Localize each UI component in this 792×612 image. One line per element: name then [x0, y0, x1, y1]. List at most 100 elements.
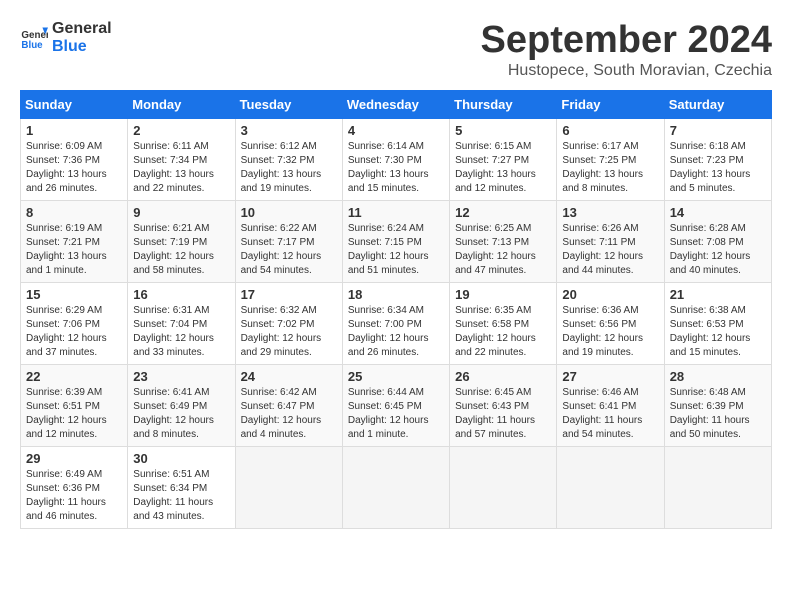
day-info: Sunrise: 6:34 AMSunset: 7:00 PMDaylight:…: [348, 305, 429, 358]
calendar-cell: 14 Sunrise: 6:28 AMSunset: 7:08 PMDaylig…: [664, 200, 771, 282]
calendar-cell: 2 Sunrise: 6:11 AMSunset: 7:34 PMDayligh…: [128, 118, 235, 200]
calendar-cell: 23 Sunrise: 6:41 AMSunset: 6:49 PMDaylig…: [128, 364, 235, 446]
month-title: September 2024: [481, 20, 773, 62]
logo-general: General: [52, 20, 112, 38]
day-number: 16: [133, 287, 229, 302]
calendar-cell: 10 Sunrise: 6:22 AMSunset: 7:17 PMDaylig…: [235, 200, 342, 282]
calendar-cell: 29 Sunrise: 6:49 AMSunset: 6:36 PMDaylig…: [21, 446, 128, 528]
day-number: 25: [348, 369, 444, 384]
day-info: Sunrise: 6:29 AMSunset: 7:06 PMDaylight:…: [26, 305, 107, 358]
day-number: 26: [455, 369, 551, 384]
day-info: Sunrise: 6:09 AMSunset: 7:36 PMDaylight:…: [26, 141, 107, 194]
day-number: 3: [241, 123, 337, 138]
day-info: Sunrise: 6:25 AMSunset: 7:13 PMDaylight:…: [455, 223, 536, 276]
calendar-week-1: 1 Sunrise: 6:09 AMSunset: 7:36 PMDayligh…: [21, 118, 772, 200]
day-info: Sunrise: 6:38 AMSunset: 6:53 PMDaylight:…: [670, 305, 751, 358]
day-info: Sunrise: 6:45 AMSunset: 6:43 PMDaylight:…: [455, 387, 535, 440]
calendar-cell: [342, 446, 449, 528]
day-info: Sunrise: 6:46 AMSunset: 6:41 PMDaylight:…: [562, 387, 642, 440]
day-number: 24: [241, 369, 337, 384]
day-info: Sunrise: 6:48 AMSunset: 6:39 PMDaylight:…: [670, 387, 750, 440]
svg-text:Blue: Blue: [21, 39, 43, 50]
calendar-cell: [235, 446, 342, 528]
calendar-cell: 17 Sunrise: 6:32 AMSunset: 7:02 PMDaylig…: [235, 282, 342, 364]
calendar-cell: 30 Sunrise: 6:51 AMSunset: 6:34 PMDaylig…: [128, 446, 235, 528]
day-number: 17: [241, 287, 337, 302]
calendar-cell: 5 Sunrise: 6:15 AMSunset: 7:27 PMDayligh…: [450, 118, 557, 200]
day-number: 14: [670, 205, 766, 220]
weekday-friday: Friday: [557, 90, 664, 118]
day-info: Sunrise: 6:49 AMSunset: 6:36 PMDaylight:…: [26, 469, 106, 522]
day-info: Sunrise: 6:42 AMSunset: 6:47 PMDaylight:…: [241, 387, 322, 440]
calendar-cell: [664, 446, 771, 528]
day-info: Sunrise: 6:22 AMSunset: 7:17 PMDaylight:…: [241, 223, 322, 276]
logo-icon: General Blue: [20, 24, 48, 52]
day-info: Sunrise: 6:31 AMSunset: 7:04 PMDaylight:…: [133, 305, 214, 358]
day-number: 11: [348, 205, 444, 220]
calendar-week-4: 22 Sunrise: 6:39 AMSunset: 6:51 PMDaylig…: [21, 364, 772, 446]
weekday-header-row: SundayMondayTuesdayWednesdayThursdayFrid…: [21, 90, 772, 118]
day-number: 2: [133, 123, 229, 138]
calendar-body: 1 Sunrise: 6:09 AMSunset: 7:36 PMDayligh…: [21, 118, 772, 528]
day-number: 8: [26, 205, 122, 220]
calendar-week-3: 15 Sunrise: 6:29 AMSunset: 7:06 PMDaylig…: [21, 282, 772, 364]
day-info: Sunrise: 6:21 AMSunset: 7:19 PMDaylight:…: [133, 223, 214, 276]
day-info: Sunrise: 6:39 AMSunset: 6:51 PMDaylight:…: [26, 387, 107, 440]
day-number: 27: [562, 369, 658, 384]
day-info: Sunrise: 6:44 AMSunset: 6:45 PMDaylight:…: [348, 387, 429, 440]
day-number: 28: [670, 369, 766, 384]
day-number: 19: [455, 287, 551, 302]
day-info: Sunrise: 6:36 AMSunset: 6:56 PMDaylight:…: [562, 305, 643, 358]
day-number: 21: [670, 287, 766, 302]
day-number: 12: [455, 205, 551, 220]
day-info: Sunrise: 6:26 AMSunset: 7:11 PMDaylight:…: [562, 223, 643, 276]
day-info: Sunrise: 6:14 AMSunset: 7:30 PMDaylight:…: [348, 141, 429, 194]
day-number: 6: [562, 123, 658, 138]
page-header: General Blue General Blue September 2024…: [20, 20, 772, 80]
day-info: Sunrise: 6:28 AMSunset: 7:08 PMDaylight:…: [670, 223, 751, 276]
calendar-cell: 27 Sunrise: 6:46 AMSunset: 6:41 PMDaylig…: [557, 364, 664, 446]
day-info: Sunrise: 6:24 AMSunset: 7:15 PMDaylight:…: [348, 223, 429, 276]
day-info: Sunrise: 6:19 AMSunset: 7:21 PMDaylight:…: [26, 223, 107, 276]
calendar-cell: 12 Sunrise: 6:25 AMSunset: 7:13 PMDaylig…: [450, 200, 557, 282]
day-info: Sunrise: 6:35 AMSunset: 6:58 PMDaylight:…: [455, 305, 536, 358]
day-number: 23: [133, 369, 229, 384]
day-number: 29: [26, 451, 122, 466]
day-info: Sunrise: 6:18 AMSunset: 7:23 PMDaylight:…: [670, 141, 751, 194]
calendar-cell: 26 Sunrise: 6:45 AMSunset: 6:43 PMDaylig…: [450, 364, 557, 446]
day-number: 30: [133, 451, 229, 466]
weekday-wednesday: Wednesday: [342, 90, 449, 118]
calendar-cell: 1 Sunrise: 6:09 AMSunset: 7:36 PMDayligh…: [21, 118, 128, 200]
weekday-tuesday: Tuesday: [235, 90, 342, 118]
calendar-cell: 24 Sunrise: 6:42 AMSunset: 6:47 PMDaylig…: [235, 364, 342, 446]
calendar-week-5: 29 Sunrise: 6:49 AMSunset: 6:36 PMDaylig…: [21, 446, 772, 528]
day-number: 9: [133, 205, 229, 220]
calendar-cell: 15 Sunrise: 6:29 AMSunset: 7:06 PMDaylig…: [21, 282, 128, 364]
day-number: 15: [26, 287, 122, 302]
weekday-sunday: Sunday: [21, 90, 128, 118]
day-number: 10: [241, 205, 337, 220]
calendar-cell: 21 Sunrise: 6:38 AMSunset: 6:53 PMDaylig…: [664, 282, 771, 364]
logo: General Blue General Blue: [20, 20, 112, 55]
day-number: 5: [455, 123, 551, 138]
calendar-cell: 16 Sunrise: 6:31 AMSunset: 7:04 PMDaylig…: [128, 282, 235, 364]
calendar-cell: 8 Sunrise: 6:19 AMSunset: 7:21 PMDayligh…: [21, 200, 128, 282]
day-number: 1: [26, 123, 122, 138]
weekday-saturday: Saturday: [664, 90, 771, 118]
day-info: Sunrise: 6:17 AMSunset: 7:25 PMDaylight:…: [562, 141, 643, 194]
calendar-cell: 22 Sunrise: 6:39 AMSunset: 6:51 PMDaylig…: [21, 364, 128, 446]
day-info: Sunrise: 6:11 AMSunset: 7:34 PMDaylight:…: [133, 141, 214, 194]
calendar-cell: 19 Sunrise: 6:35 AMSunset: 6:58 PMDaylig…: [450, 282, 557, 364]
calendar-cell: 7 Sunrise: 6:18 AMSunset: 7:23 PMDayligh…: [664, 118, 771, 200]
calendar-cell: 9 Sunrise: 6:21 AMSunset: 7:19 PMDayligh…: [128, 200, 235, 282]
calendar-week-2: 8 Sunrise: 6:19 AMSunset: 7:21 PMDayligh…: [21, 200, 772, 282]
calendar-cell: [557, 446, 664, 528]
calendar-cell: 3 Sunrise: 6:12 AMSunset: 7:32 PMDayligh…: [235, 118, 342, 200]
day-info: Sunrise: 6:41 AMSunset: 6:49 PMDaylight:…: [133, 387, 214, 440]
logo-blue: Blue: [52, 38, 112, 56]
calendar-cell: [450, 446, 557, 528]
weekday-monday: Monday: [128, 90, 235, 118]
day-info: Sunrise: 6:12 AMSunset: 7:32 PMDaylight:…: [241, 141, 322, 194]
location-subtitle: Hustopece, South Moravian, Czechia: [481, 62, 773, 80]
day-number: 7: [670, 123, 766, 138]
